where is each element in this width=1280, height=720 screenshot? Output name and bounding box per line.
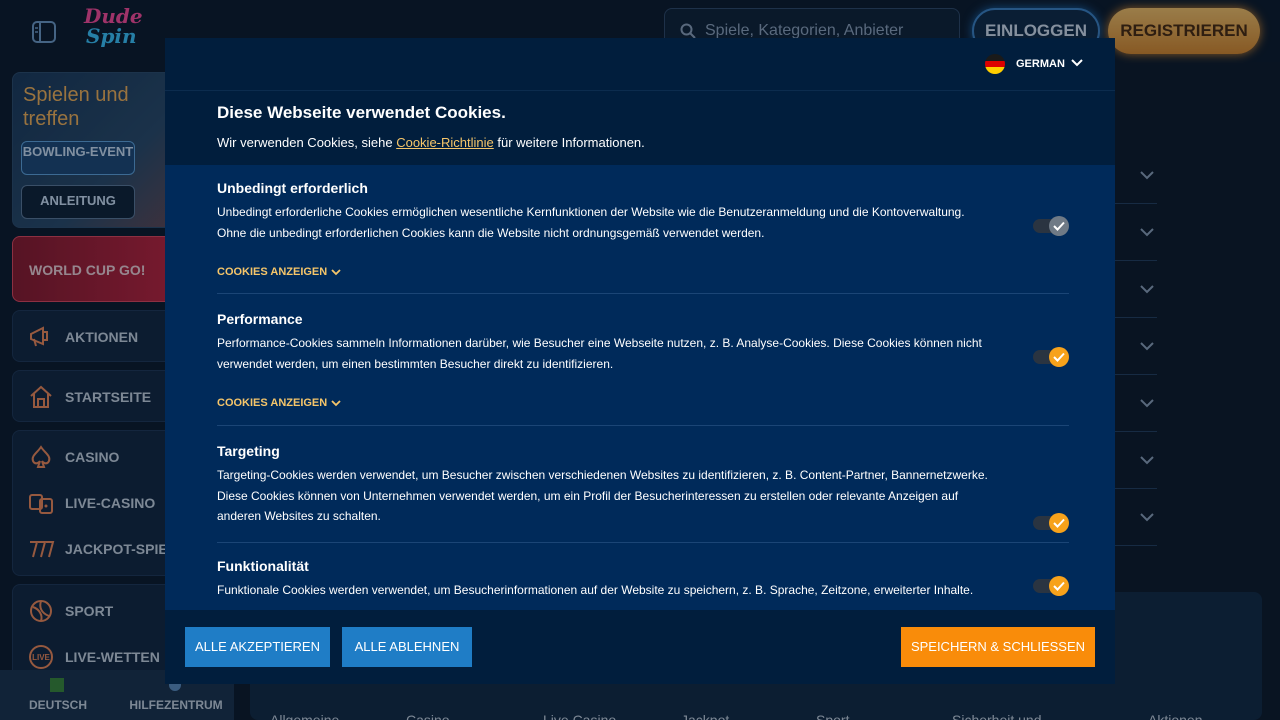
toggle-knob	[1049, 576, 1069, 596]
show-cookies-label: COOKIES ANZEIGEN	[217, 397, 328, 409]
intro-text-end: für weitere Informationen.	[493, 135, 645, 150]
show-cookies-link[interactable]: COOKIES ANZEIGEN	[217, 397, 341, 409]
save-and-close-button[interactable]: SPEICHERN & SCHLIESSEN	[901, 627, 1095, 667]
reject-all-button[interactable]: ALLE ABLEHNEN	[342, 627, 472, 667]
dialog-header: GERMAN	[165, 38, 1115, 91]
cookie-category-functional: Funktionalität Funktionale Cookies werde…	[217, 558, 1069, 610]
cookie-consent-dialog: GERMAN Diese Webseite verwendet Cookies.…	[165, 38, 1115, 684]
chevron-down-icon	[1071, 59, 1083, 67]
show-cookies-label: COOKIES ANZEIGEN	[217, 266, 328, 278]
cookie-category-performance: Performance Performance-Cookies sammeln …	[217, 311, 1069, 426]
functional-toggle[interactable]	[1033, 576, 1069, 596]
cookie-category-targeting: Targeting Targeting-Cookies werden verwe…	[217, 443, 1069, 543]
toggle-knob	[1049, 216, 1069, 236]
toggle-knob	[1049, 513, 1069, 533]
dialog-actions: ALLE AKZEPTIEREN ALLE ABLEHNEN SPEICHERN…	[165, 610, 1115, 684]
check-icon	[1053, 352, 1065, 362]
category-description: Funktionale Cookies werden verwendet, um…	[217, 583, 974, 597]
category-description: Targeting-Cookies werden verwendet, um B…	[217, 468, 988, 523]
check-icon	[1053, 581, 1065, 591]
accept-all-button[interactable]: ALLE AKZEPTIEREN	[185, 627, 330, 667]
show-cookies-link[interactable]: COOKIES ANZEIGEN	[217, 266, 341, 278]
intro-text: Wir verwenden Cookies, siehe	[217, 135, 397, 150]
dialog-title: Diese Webseite verwendet Cookies.	[217, 103, 506, 122]
check-icon	[1053, 221, 1065, 231]
category-title: Funktionalität	[217, 558, 309, 574]
necessary-toggle[interactable]	[1033, 216, 1069, 236]
cookie-policy-link[interactable]: Cookie-Richtlinie	[396, 135, 494, 150]
category-title: Performance	[217, 311, 303, 327]
check-icon	[1053, 518, 1065, 528]
language-value: GERMAN	[1016, 58, 1065, 70]
category-description: Performance-Cookies sammeln Informatione…	[217, 336, 982, 371]
cookie-categories: Unbedingt erforderlich Unbedingt erforde…	[165, 165, 1115, 610]
category-title: Unbedingt erforderlich	[217, 180, 368, 196]
performance-toggle[interactable]	[1033, 347, 1069, 367]
category-title: Targeting	[217, 443, 280, 459]
cookie-category-necessary: Unbedingt erforderlich Unbedingt erforde…	[217, 180, 1069, 294]
category-description: Unbedingt erforderliche Cookies ermöglic…	[217, 205, 965, 240]
chevron-down-icon	[331, 269, 341, 276]
targeting-toggle[interactable]	[1033, 513, 1069, 533]
german-flag-icon	[985, 54, 1005, 74]
toggle-knob	[1049, 347, 1069, 367]
chevron-down-icon	[331, 400, 341, 407]
dialog-intro: Wir verwenden Cookies, siehe Cookie-Rich…	[217, 135, 645, 150]
